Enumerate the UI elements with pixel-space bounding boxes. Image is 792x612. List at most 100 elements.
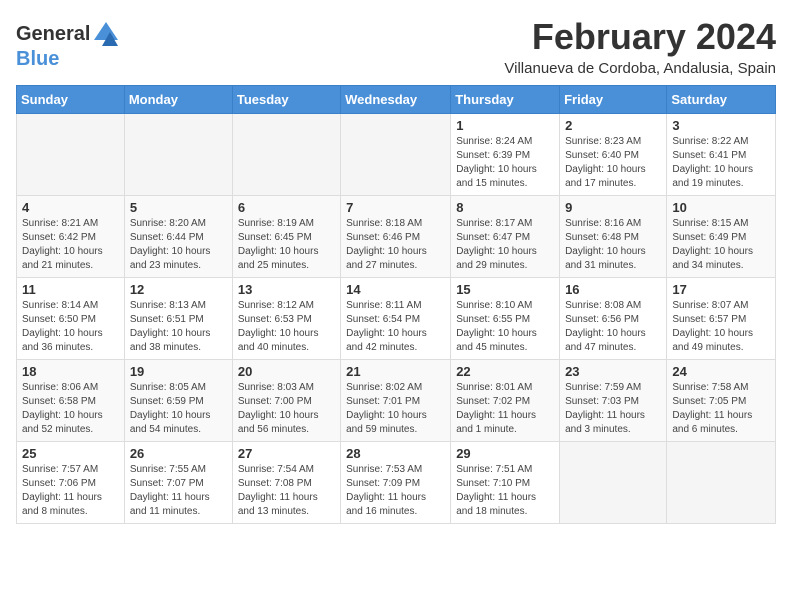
cell-day-number: 8: [456, 200, 554, 215]
cell-day-number: 6: [238, 200, 335, 215]
calendar-cell: 17 Sunrise: 8:07 AM Sunset: 6:57 PM Dayli…: [667, 278, 776, 360]
calendar-cell: [560, 442, 667, 524]
calendar-cell: 20 Sunrise: 8:03 AM Sunset: 7:00 PM Dayli…: [232, 360, 340, 442]
cell-info: Sunrise: 8:24 AM Sunset: 6:39 PM Dayligh…: [456, 135, 554, 191]
cell-day-number: 11: [22, 282, 119, 297]
cell-info: Sunrise: 8:13 AM Sunset: 6:51 PM Dayligh…: [130, 299, 227, 355]
cell-day-number: 24: [672, 364, 770, 379]
cell-day-number: 4: [22, 200, 119, 215]
calendar-cell: 15 Sunrise: 8:10 AM Sunset: 6:55 PM Dayli…: [451, 278, 560, 360]
calendar-week-2: 4 Sunrise: 8:21 AM Sunset: 6:42 PM Daylig…: [17, 196, 776, 278]
cell-day-number: 17: [672, 282, 770, 297]
cell-day-number: 1: [456, 118, 554, 133]
cell-day-number: 23: [565, 364, 661, 379]
cell-info: Sunrise: 8:17 AM Sunset: 6:47 PM Dayligh…: [456, 217, 554, 273]
cell-info: Sunrise: 8:23 AM Sunset: 6:40 PM Dayligh…: [565, 135, 661, 191]
cell-day-number: 21: [346, 364, 445, 379]
cell-day-number: 28: [346, 446, 445, 461]
cell-day-number: 16: [565, 282, 661, 297]
header-day-thursday: Thursday: [451, 86, 560, 114]
cell-info: Sunrise: 8:18 AM Sunset: 6:46 PM Dayligh…: [346, 217, 445, 273]
cell-info: Sunrise: 8:16 AM Sunset: 6:48 PM Dayligh…: [565, 217, 661, 273]
cell-info: Sunrise: 7:54 AM Sunset: 7:08 PM Dayligh…: [238, 463, 335, 519]
cell-info: Sunrise: 8:14 AM Sunset: 6:50 PM Dayligh…: [22, 299, 119, 355]
cell-day-number: 27: [238, 446, 335, 461]
cell-day-number: 7: [346, 200, 445, 215]
calendar-table: SundayMondayTuesdayWednesdayThursdayFrid…: [16, 85, 776, 524]
calendar-cell: 23 Sunrise: 7:59 AM Sunset: 7:03 PM Dayli…: [560, 360, 667, 442]
title-section: February 2024 Villanueva de Cordoba, And…: [504, 16, 776, 77]
calendar-cell: 26 Sunrise: 7:55 AM Sunset: 7:07 PM Dayli…: [124, 442, 232, 524]
cell-info: Sunrise: 8:12 AM Sunset: 6:53 PM Dayligh…: [238, 299, 335, 355]
cell-info: Sunrise: 8:19 AM Sunset: 6:45 PM Dayligh…: [238, 217, 335, 273]
cell-day-number: 2: [565, 118, 661, 133]
calendar-cell: 28Sunrise: 7:53 AM Sunset: 7:09 PM Dayli…: [341, 442, 451, 524]
calendar-cell: 7 Sunrise: 8:18 AM Sunset: 6:46 PM Daylig…: [341, 196, 451, 278]
sub-title: Villanueva de Cordoba, Andalusia, Spain: [504, 60, 776, 77]
cell-info: Sunrise: 8:22 AM Sunset: 6:41 PM Dayligh…: [672, 135, 770, 191]
cell-day-number: 14: [346, 282, 445, 297]
cell-info: Sunrise: 8:07 AM Sunset: 6:57 PM Dayligh…: [672, 299, 770, 355]
calendar-cell: 11 Sunrise: 8:14 AM Sunset: 6:50 PM Dayli…: [17, 278, 125, 360]
calendar-week-3: 11 Sunrise: 8:14 AM Sunset: 6:50 PM Dayli…: [17, 278, 776, 360]
calendar-cell: 21 Sunrise: 8:02 AM Sunset: 7:01 PM Dayli…: [341, 360, 451, 442]
header-day-tuesday: Tuesday: [232, 86, 340, 114]
cell-info: Sunrise: 7:58 AM Sunset: 7:05 PM Dayligh…: [672, 381, 770, 437]
calendar-cell: 8 Sunrise: 8:17 AM Sunset: 6:47 PM Daylig…: [451, 196, 560, 278]
cell-day-number: 5: [130, 200, 227, 215]
calendar-cell: 19 Sunrise: 8:05 AM Sunset: 6:59 PM Dayli…: [124, 360, 232, 442]
calendar-cell: [341, 114, 451, 196]
cell-day-number: 29: [456, 446, 554, 461]
cell-day-number: 15: [456, 282, 554, 297]
calendar-cell: 4 Sunrise: 8:21 AM Sunset: 6:42 PM Daylig…: [17, 196, 125, 278]
cell-info: Sunrise: 8:20 AM Sunset: 6:44 PM Dayligh…: [130, 217, 227, 273]
header-day-sunday: Sunday: [17, 86, 125, 114]
header-day-friday: Friday: [560, 86, 667, 114]
cell-info: Sunrise: 8:10 AM Sunset: 6:55 PM Dayligh…: [456, 299, 554, 355]
cell-day-number: 26: [130, 446, 227, 461]
calendar-cell: [667, 442, 776, 524]
calendar-cell: [232, 114, 340, 196]
calendar-cell: 18 Sunrise: 8:06 AM Sunset: 6:58 PM Dayli…: [17, 360, 125, 442]
header: General Blue February 2024 Villanueva de…: [16, 16, 776, 77]
header-day-monday: Monday: [124, 86, 232, 114]
cell-info: Sunrise: 7:51 AM Sunset: 7:10 PM Dayligh…: [456, 463, 554, 519]
cell-day-number: 22: [456, 364, 554, 379]
calendar-cell: 2 Sunrise: 8:23 AM Sunset: 6:40 PM Daylig…: [560, 114, 667, 196]
cell-info: Sunrise: 8:21 AM Sunset: 6:42 PM Dayligh…: [22, 217, 119, 273]
calendar-header-row: SundayMondayTuesdayWednesdayThursdayFrid…: [17, 86, 776, 114]
calendar-cell: 3Sunrise: 8:22 AM Sunset: 6:41 PM Daylig…: [667, 114, 776, 196]
calendar-cell: [17, 114, 125, 196]
calendar-cell: [124, 114, 232, 196]
cell-info: Sunrise: 8:08 AM Sunset: 6:56 PM Dayligh…: [565, 299, 661, 355]
calendar-cell: 22 Sunrise: 8:01 AM Sunset: 7:02 PM Dayli…: [451, 360, 560, 442]
calendar-cell: 6 Sunrise: 8:19 AM Sunset: 6:45 PM Daylig…: [232, 196, 340, 278]
cell-day-number: 20: [238, 364, 335, 379]
calendar-week-4: 18 Sunrise: 8:06 AM Sunset: 6:58 PM Dayli…: [17, 360, 776, 442]
cell-info: Sunrise: 7:55 AM Sunset: 7:07 PM Dayligh…: [130, 463, 227, 519]
cell-day-number: 25: [22, 446, 119, 461]
cell-info: Sunrise: 8:06 AM Sunset: 6:58 PM Dayligh…: [22, 381, 119, 437]
cell-info: Sunrise: 8:03 AM Sunset: 7:00 PM Dayligh…: [238, 381, 335, 437]
cell-day-number: 18: [22, 364, 119, 379]
logo-blue: Blue: [16, 48, 120, 71]
cell-info: Sunrise: 8:11 AM Sunset: 6:54 PM Dayligh…: [346, 299, 445, 355]
cell-info: Sunrise: 8:05 AM Sunset: 6:59 PM Dayligh…: [130, 381, 227, 437]
calendar-week-5: 25 Sunrise: 7:57 AM Sunset: 7:06 PM Dayli…: [17, 442, 776, 524]
cell-info: Sunrise: 8:01 AM Sunset: 7:02 PM Dayligh…: [456, 381, 554, 437]
cell-day-number: 12: [130, 282, 227, 297]
logo-icon: [92, 20, 120, 48]
cell-info: Sunrise: 8:02 AM Sunset: 7:01 PM Dayligh…: [346, 381, 445, 437]
cell-info: Sunrise: 7:59 AM Sunset: 7:03 PM Dayligh…: [565, 381, 661, 437]
cell-info: Sunrise: 8:15 AM Sunset: 6:49 PM Dayligh…: [672, 217, 770, 273]
cell-day-number: 19: [130, 364, 227, 379]
cell-day-number: 9: [565, 200, 661, 215]
calendar-cell: 9 Sunrise: 8:16 AM Sunset: 6:48 PM Daylig…: [560, 196, 667, 278]
calendar-cell: 27 Sunrise: 7:54 AM Sunset: 7:08 PM Dayli…: [232, 442, 340, 524]
calendar-cell: 12 Sunrise: 8:13 AM Sunset: 6:51 PM Dayli…: [124, 278, 232, 360]
calendar-week-1: 1 Sunrise: 8:24 AM Sunset: 6:39 PM Daylig…: [17, 114, 776, 196]
cell-info: Sunrise: 7:57 AM Sunset: 7:06 PM Dayligh…: [22, 463, 119, 519]
header-day-wednesday: Wednesday: [341, 86, 451, 114]
calendar-cell: 24 Sunrise: 7:58 AM Sunset: 7:05 PM Dayli…: [667, 360, 776, 442]
calendar-cell: 1 Sunrise: 8:24 AM Sunset: 6:39 PM Daylig…: [451, 114, 560, 196]
